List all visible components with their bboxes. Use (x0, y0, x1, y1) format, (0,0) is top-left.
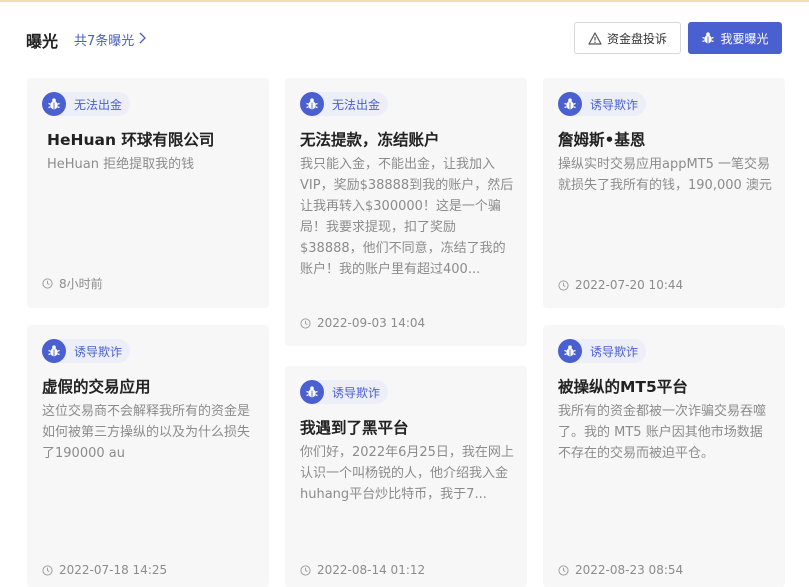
category-tag-label: 无法出金 (74, 97, 123, 112)
top-accent-line (0, 0, 809, 2)
expose-button-label: 我要曝光 (720, 31, 769, 46)
header: 曝光 共7条曝光 资金盘投诉 我要曝光 (26, 22, 782, 54)
card-title: 无法提款，冻结账户 (300, 131, 440, 149)
category-tag: 诱导欺诈 (558, 92, 647, 116)
bug-icon (558, 339, 582, 363)
clock-icon (558, 279, 569, 291)
page-title: 曝光 (26, 32, 59, 51)
bug-icon (558, 92, 582, 116)
card-description: 我只能入金，不能出金，让我加入VIP，奖励$38888到我的账户，然后让我再转入… (300, 157, 514, 277)
card-timestamp-text: 8小时前 (59, 277, 103, 291)
card-timestamp: 2022-07-20 10:44 (558, 278, 683, 292)
clock-icon (300, 317, 311, 329)
card-timestamp-text: 2022-07-20 10:44 (575, 278, 684, 292)
clock-icon (558, 564, 569, 576)
category-tag: 无法出金 (300, 92, 389, 116)
exposure-card[interactable]: 无法出金 HeHuan 环球有限公司 HeHuan 拒绝提取我的钱 8小时前 (27, 78, 269, 308)
card-timestamp-text: 2022-07-18 14:25 (59, 563, 168, 577)
bug-icon (300, 92, 324, 116)
card-description: 操纵实时交易应用appMT5 一笔交易就损失了我所有的钱，190,000 澳元 (558, 157, 772, 193)
category-tag-label: 诱导欺诈 (332, 385, 381, 400)
card-timestamp: 2022-08-14 01:12 (300, 563, 425, 577)
card-timestamp: 8小时前 (42, 275, 103, 292)
exposure-card[interactable]: 无法出金 无法提款，冻结账户 我只能入金，不能出金，让我加入VIP，奖励$388… (285, 78, 527, 346)
exposure-card[interactable]: 诱导欺诈 我遇到了黑平台 你们好，2022年6月25日，我在网上认识一个叫杨锐的… (285, 366, 527, 587)
card-title: HeHuan 环球有限公司 (47, 131, 215, 149)
category-tag-label: 诱导欺诈 (590, 344, 639, 359)
exposure-card[interactable]: 诱导欺诈 虚假的交易应用 这位交易商不会解释我所有的资金是如何被第三方操纵的以及… (27, 325, 269, 587)
exposure-card[interactable]: 诱导欺诈 詹姆斯•基恩 操纵实时交易应用appMT5 一笔交易就损失了我所有的钱… (543, 78, 785, 308)
fund-complaint-label: 资金盘投诉 (606, 31, 667, 46)
card-timestamp-text: 2022-08-23 08:54 (575, 563, 684, 577)
category-tag-label: 诱导欺诈 (590, 97, 639, 112)
bug-icon (42, 339, 66, 363)
category-tag: 诱导欺诈 (42, 339, 131, 363)
bug-icon (300, 380, 324, 404)
category-tag: 诱导欺诈 (558, 339, 647, 363)
card-timestamp: 2022-07-18 14:25 (42, 563, 167, 577)
card-timestamp-text: 2022-09-03 14:04 (317, 316, 426, 330)
card-timestamp-text: 2022-08-14 01:12 (317, 563, 426, 577)
exposure-card[interactable]: 诱导欺诈 被操纵的MT5平台 我所有的资金都被一次诈骗交易吞噬了。我的 MT5 … (543, 325, 785, 587)
clock-icon (42, 278, 53, 289)
card-title: 虚假的交易应用 (42, 378, 151, 396)
card-description: 这位交易商不会解释我所有的资金是如何被第三方操纵的以及为什么损失了190000 … (42, 404, 251, 461)
card-title: 我遇到了黑平台 (300, 419, 409, 437)
card-timestamp: 2022-09-03 14:04 (300, 316, 425, 330)
card-timestamp: 2022-08-23 08:54 (558, 563, 683, 577)
category-tag: 无法出金 (42, 92, 131, 116)
chevron-right-icon (138, 32, 147, 48)
bug-icon (42, 92, 66, 116)
exposure-count-label: 共7条曝光 (74, 34, 135, 49)
card-title: 詹姆斯•基恩 (558, 131, 646, 149)
warning-icon (588, 31, 602, 45)
exposure-count-link[interactable]: 共7条曝光 (74, 30, 147, 49)
expose-button[interactable]: 我要曝光 (688, 22, 782, 54)
card-title: 被操纵的MT5平台 (558, 378, 688, 396)
card-description: 我所有的资金都被一次诈骗交易吞噬了。我的 MT5 账户因其他市场数据不存在的交易… (558, 404, 767, 461)
category-tag-label: 无法出金 (332, 97, 381, 112)
card-description: 你们好，2022年6月25日，我在网上认识一个叫杨锐的人，他介绍我入金huhan… (300, 445, 514, 502)
bug-icon (701, 31, 715, 45)
clock-icon (300, 564, 311, 576)
category-tag-label: 诱导欺诈 (74, 344, 123, 359)
card-description: HeHuan 拒绝提取我的钱 (47, 157, 195, 172)
clock-icon (42, 564, 53, 576)
fund-complaint-button[interactable]: 资金盘投诉 (574, 22, 681, 54)
category-tag: 诱导欺诈 (300, 380, 389, 404)
